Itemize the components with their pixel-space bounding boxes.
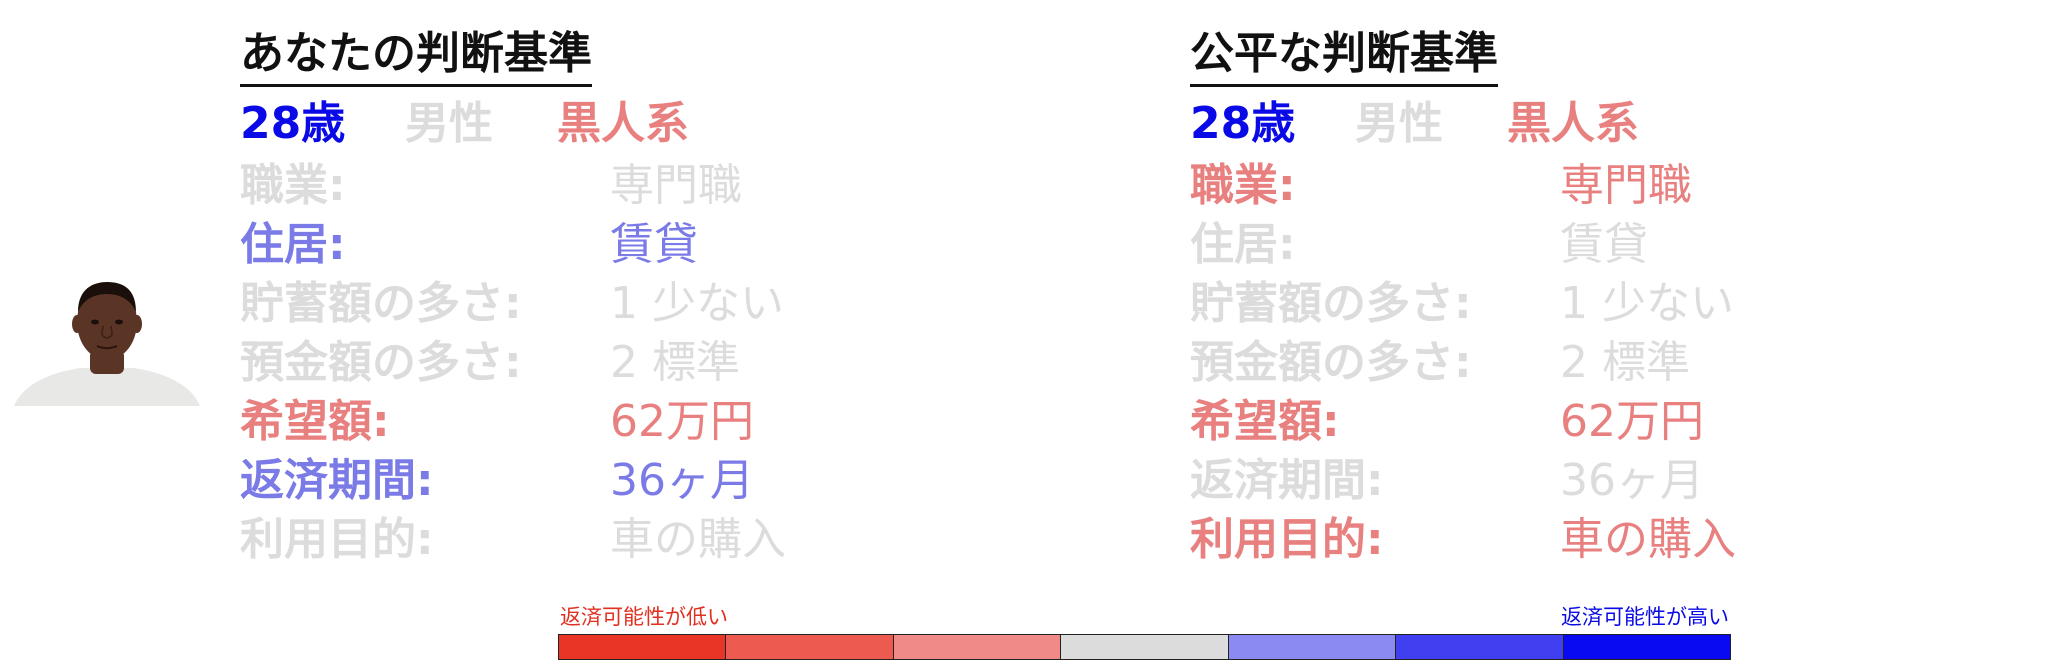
row-label: 預金額の多さ: — [240, 337, 522, 388]
criteria-row-term: 返済期間: 36ヶ月 — [1190, 451, 1910, 511]
row-label: 利用目的: — [1190, 514, 1384, 565]
demographic-gender: 男性 — [1355, 98, 1443, 149]
legend-color-scale — [558, 634, 1731, 660]
person-photo-icon — [14, 282, 200, 406]
criteria-row-savings: 貯蓄額の多さ: 1 少ない — [1190, 274, 1910, 334]
legend-low-label: 返済可能性が低い — [560, 605, 728, 629]
panel-title: 公平な判断基準 — [1190, 26, 1498, 87]
row-value: 専門職 — [1560, 160, 1692, 211]
criteria-row-housing: 住居: 賃貸 — [1190, 215, 1910, 275]
row-value: 賃貸 — [1560, 219, 1648, 270]
demographic-age: 28歳 — [240, 98, 346, 149]
criteria-row-amount: 希望額: 62万円 — [240, 392, 960, 452]
demographic-race: 黒人系 — [557, 98, 689, 149]
row-value: 2 標準 — [1560, 337, 1690, 388]
legend-segment — [1396, 635, 1564, 659]
row-value: 専門職 — [610, 160, 742, 211]
row-label: 利用目的: — [240, 514, 434, 565]
row-value: 賃貸 — [610, 219, 698, 270]
criteria-row-deposits: 預金額の多さ: 2 標準 — [1190, 333, 1910, 393]
panel-title: あなたの判断基準 — [240, 26, 592, 87]
current-criteria-panel: あなたの判断基準 28歳 男性 黒人系 職業: 専門職 住居: 賃貸 貯蓄額の多… — [240, 26, 960, 586]
row-value: 36ヶ月 — [1560, 455, 1704, 506]
criteria-row-purpose: 利用目的: 車の購入 — [240, 510, 960, 570]
row-label: 預金額の多さ: — [1190, 337, 1472, 388]
criteria-row-amount: 希望額: 62万円 — [1190, 392, 1910, 452]
criteria-row-deposits: 預金額の多さ: 2 標準 — [240, 333, 960, 393]
demographic-gender: 男性 — [405, 98, 493, 149]
legend-segment — [726, 635, 894, 659]
legend-segment — [1228, 635, 1397, 659]
avatar — [14, 282, 200, 406]
criteria-row-occupation: 職業: 専門職 — [240, 156, 960, 216]
criteria-row-term: 返済期間: 36ヶ月 — [240, 451, 960, 511]
legend-high-label: 返済可能性が高い — [1561, 605, 1729, 629]
legend-segment — [1061, 635, 1229, 659]
repayment-likelihood-legend: 返済可能性が低い 返済可能性が高い — [558, 602, 1731, 662]
criteria-row-occupation: 職業: 専門職 — [1190, 156, 1910, 216]
demographic-race: 黒人系 — [1507, 98, 1639, 149]
legend-segment — [893, 635, 1062, 659]
row-label: 住居: — [1190, 219, 1296, 270]
criteria-row-savings: 貯蓄額の多さ: 1 少ない — [240, 274, 960, 334]
row-label: 希望額: — [240, 396, 390, 447]
criteria-row-purpose: 利用目的: 車の購入 — [1190, 510, 1910, 570]
row-value: 車の購入 — [1560, 514, 1736, 565]
row-label: 職業: — [240, 160, 346, 211]
criteria-row-housing: 住居: 賃貸 — [240, 215, 960, 275]
row-value: 36ヶ月 — [610, 455, 754, 506]
row-label: 返済期間: — [240, 455, 434, 506]
legend-segment — [559, 635, 727, 659]
row-value: 62万円 — [610, 396, 754, 447]
row-label: 職業: — [1190, 160, 1296, 211]
demographic-age: 28歳 — [1190, 98, 1296, 149]
row-value: 1 少ない — [610, 278, 784, 329]
row-label: 希望額: — [1190, 396, 1340, 447]
row-value: 62万円 — [1560, 396, 1704, 447]
row-value: 1 少ない — [1560, 278, 1734, 329]
row-value: 2 標準 — [610, 337, 740, 388]
fair-criteria-panel: 公平な判断基準 28歳 男性 黒人系 職業: 専門職 住居: 賃貸 貯蓄額の多さ… — [1190, 26, 1910, 586]
row-value: 車の購入 — [610, 514, 786, 565]
legend-segment — [1563, 635, 1730, 659]
row-label: 返済期間: — [1190, 455, 1384, 506]
row-label: 住居: — [240, 219, 346, 270]
row-label: 貯蓄額の多さ: — [1190, 278, 1472, 329]
row-label: 貯蓄額の多さ: — [240, 278, 522, 329]
